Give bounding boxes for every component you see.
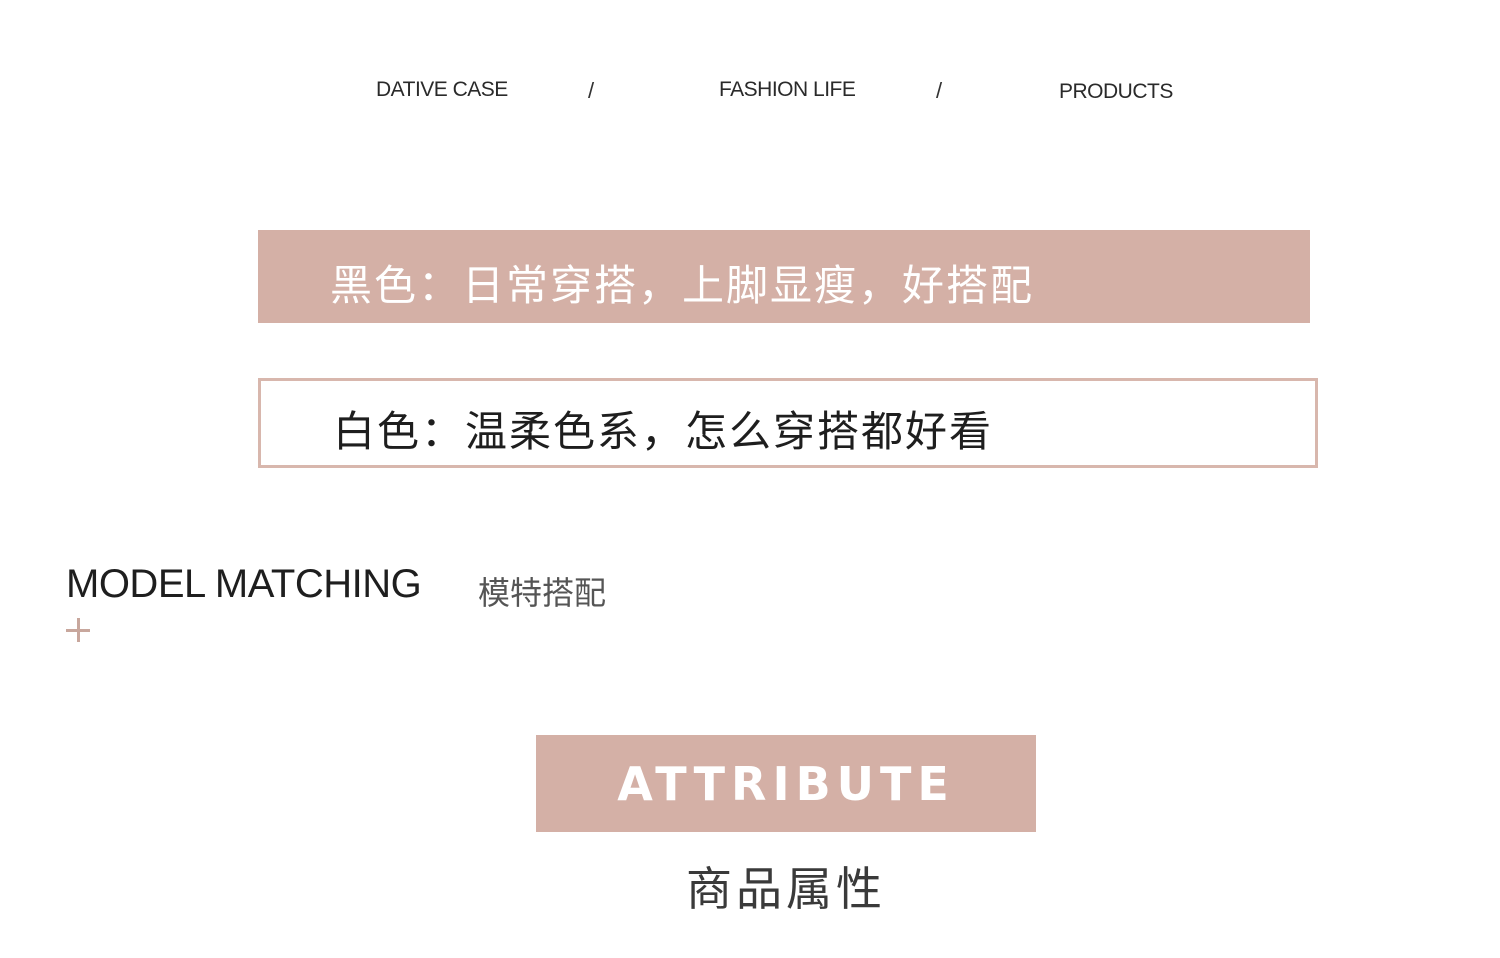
plus-icon xyxy=(66,618,90,642)
attribute-header: ATTRIBUTE xyxy=(536,735,1036,832)
white-color-description: 白色：温柔色系，怎么穿搭都好看 xyxy=(333,407,994,456)
nav-item-dative-case[interactable]: DATIVE CASE xyxy=(376,78,508,102)
section-title: MODEL MATCHING xyxy=(66,562,422,606)
nav-item-products[interactable]: PRODUCTS xyxy=(1059,80,1173,104)
attribute-subtitle: 商品属性 xyxy=(686,862,886,916)
attribute-label: ATTRIBUTE xyxy=(617,756,955,811)
nav-item-fashion-life[interactable]: FASHION LIFE xyxy=(719,78,856,102)
white-color-banner: 白色：温柔色系，怎么穿搭都好看 xyxy=(258,378,1318,468)
section-subtitle: 模特搭配 xyxy=(478,574,607,612)
top-breadcrumb-nav: DATIVE CASE / FASHION LIFE / PRODUCTS xyxy=(0,78,1500,108)
black-color-description: 黑色：日常穿搭，上脚显瘦，好搭配 xyxy=(330,261,1035,310)
nav-separator: / xyxy=(936,78,943,103)
nav-separator: / xyxy=(588,78,595,103)
black-color-banner: 黑色：日常穿搭，上脚显瘦，好搭配 xyxy=(258,230,1310,323)
